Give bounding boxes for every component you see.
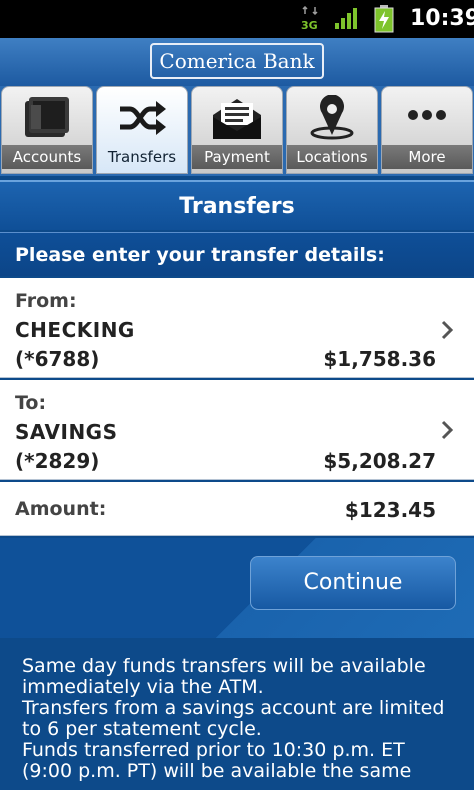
brand-header: Comerica Bank — [0, 38, 474, 86]
chevron-right-icon — [441, 320, 454, 340]
from-account-name: CHECKING — [15, 318, 135, 342]
network-3g-icon: 3G — [301, 6, 318, 32]
tab-locations[interactable]: Locations — [286, 86, 378, 174]
map-pin-icon — [310, 95, 354, 140]
continue-area: Continue — [0, 538, 474, 638]
from-account-row[interactable]: From: CHECKING (*6788) $1,758.36 — [0, 278, 474, 378]
more-icon — [408, 110, 446, 120]
tab-bar: Accounts Transfers Payment Locations Mor… — [0, 86, 474, 176]
transfer-prompt: Please enter your transfer details: — [0, 232, 474, 276]
to-account-row[interactable]: To: SAVINGS (*2829) $5,208.27 — [0, 380, 474, 480]
tab-payment[interactable]: Payment — [191, 86, 283, 174]
bank-logo: Comerica Bank — [150, 43, 324, 79]
from-label: From: — [15, 290, 77, 312]
transfer-notes: Same day funds transfers will be availab… — [0, 638, 474, 790]
tab-label: Transfers — [107, 148, 177, 166]
app-screen: 3G 10:39 Comerica Bank Accounts Transfer… — [0, 0, 474, 790]
tab-label: More — [382, 145, 472, 169]
to-account-name: SAVINGS — [15, 420, 118, 444]
page-title: Transfers — [0, 180, 474, 230]
tab-transfers[interactable]: Transfers — [96, 86, 188, 174]
note-line: Same day funds transfers will be availab… — [22, 655, 426, 698]
wallet-icon — [25, 97, 69, 137]
continue-button[interactable]: Continue — [250, 556, 456, 610]
status-bar: 3G 10:39 — [0, 0, 474, 38]
to-label: To: — [15, 392, 47, 414]
tab-label: Payment — [192, 145, 282, 169]
amount-row[interactable]: Amount: $123.45 — [0, 482, 474, 536]
amount-label: Amount: — [15, 498, 107, 520]
clock-time: 10:39 — [410, 6, 474, 31]
chevron-right-icon — [441, 420, 454, 440]
to-account-balance: $5,208.27 — [323, 449, 436, 473]
tab-accounts[interactable]: Accounts — [1, 86, 93, 174]
network-label: 3G — [301, 19, 318, 32]
signal-icon — [335, 8, 357, 29]
envelope-icon — [213, 99, 261, 139]
battery-charging-icon — [374, 5, 394, 33]
amount-value[interactable]: $123.45 — [345, 498, 436, 522]
from-account-balance: $1,758.36 — [323, 347, 436, 371]
shuffle-icon — [120, 101, 166, 135]
note-line: Funds transferred prior to 10:30 p.m. ET… — [22, 739, 412, 782]
tab-label: Accounts — [2, 145, 92, 169]
to-account-number: (*2829) — [15, 449, 100, 473]
note-line: Transfers from a savings account are lim… — [22, 697, 445, 740]
from-account-number: (*6788) — [15, 347, 100, 371]
tab-more[interactable]: More — [381, 86, 473, 174]
tab-label: Locations — [287, 145, 377, 169]
